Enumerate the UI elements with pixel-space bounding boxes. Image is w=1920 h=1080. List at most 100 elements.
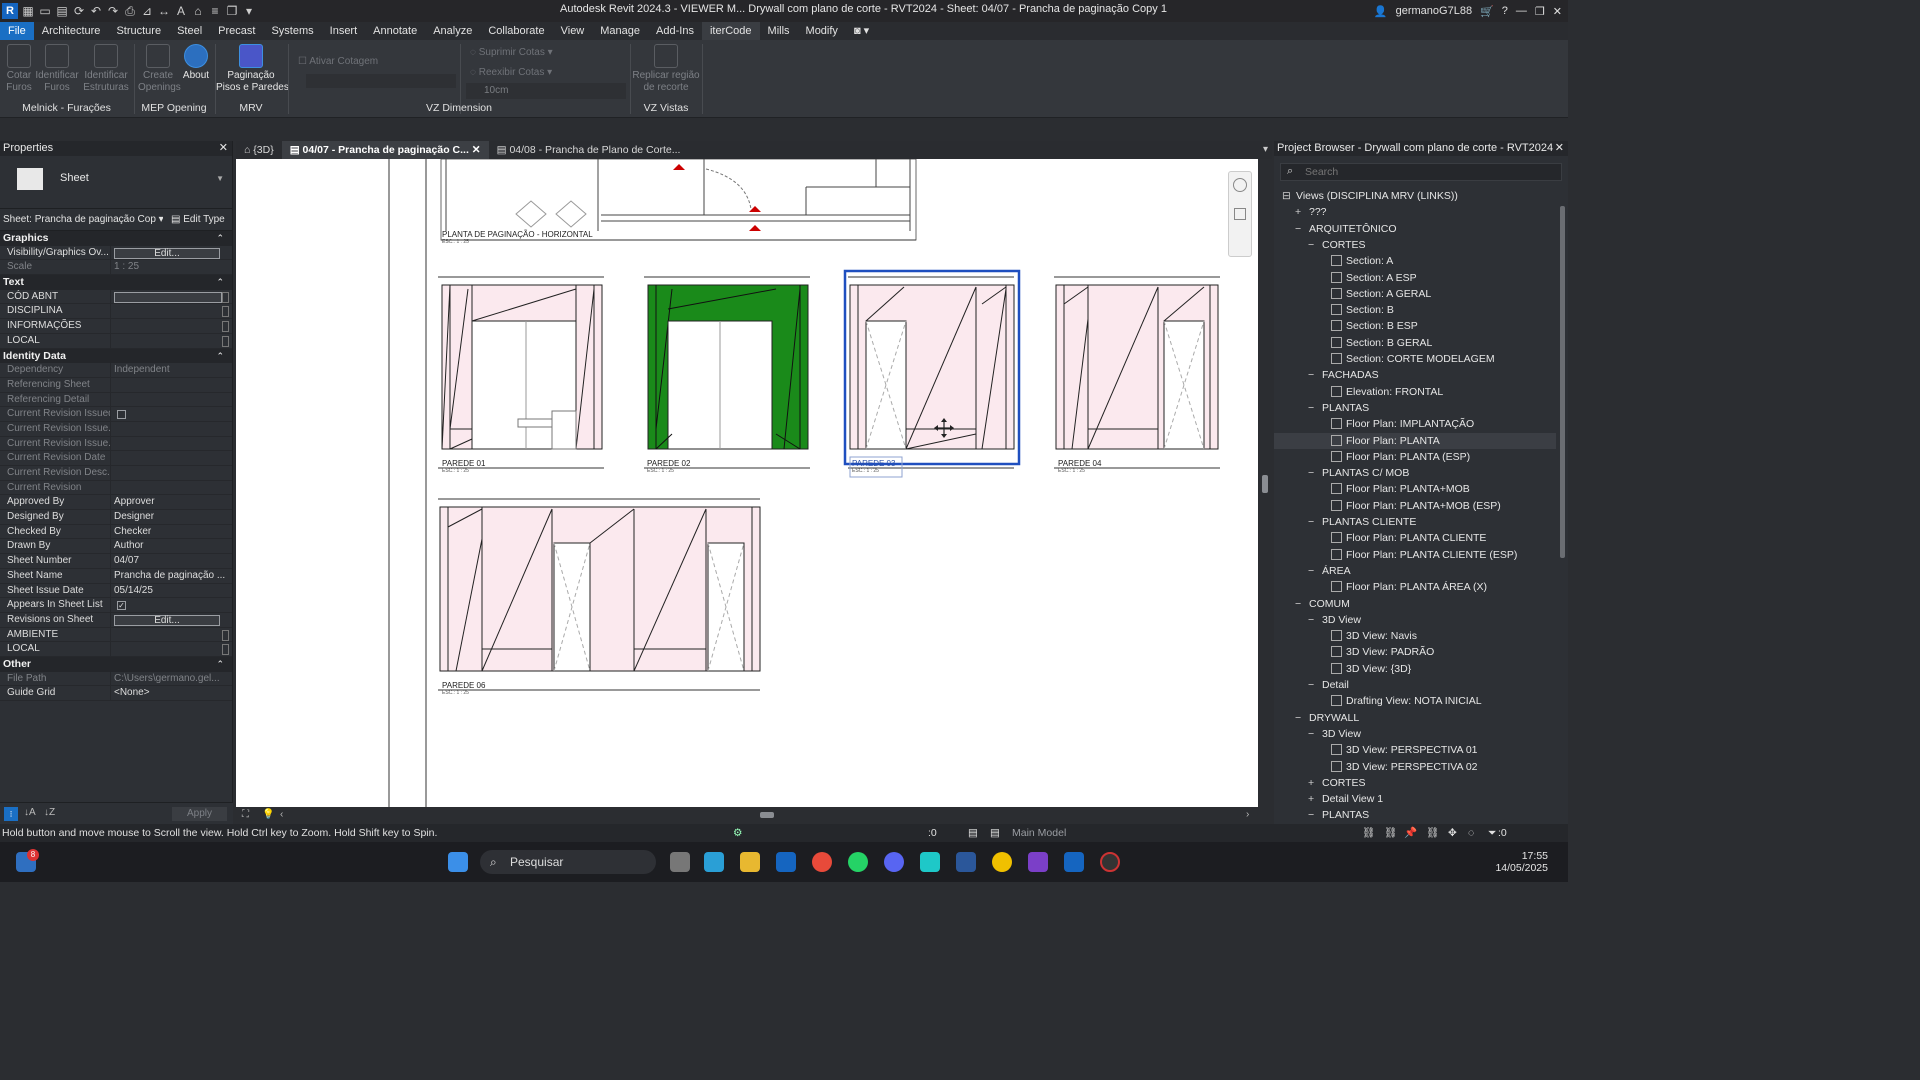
browser-view-item[interactable]: Floor Plan: PLANTA (ESP) [1274, 449, 1556, 465]
vis-edit-button[interactable]: Edit... [114, 247, 220, 259]
visual-studio-icon[interactable] [1028, 852, 1048, 872]
default-3d-icon[interactable]: ⌂ [191, 4, 205, 18]
local-field[interactable] [111, 334, 232, 348]
chrome-alt-icon[interactable] [992, 852, 1012, 872]
measure-icon[interactable]: ⊿ [140, 4, 154, 18]
word-icon[interactable] [956, 852, 976, 872]
whatsapp-icon[interactable] [848, 852, 868, 872]
browser-folder-item[interactable]: +??? [1274, 204, 1556, 220]
tab-sheet-0407[interactable]: ▤ 04/07 - Prancha de paginação C... ✕ [281, 141, 489, 159]
sheet-number-field[interactable]: 04/07 [111, 554, 232, 568]
group-graphics[interactable]: Graphics ⌃ [0, 231, 232, 246]
hscroll-thumb[interactable] [760, 812, 774, 818]
browser-view-item[interactable]: 3D View: PADRÃO [1274, 644, 1556, 660]
browser-scroll-thumb[interactable] [1560, 206, 1565, 558]
paginacao-button[interactable]: Paginação Pisos e Paredes [216, 44, 289, 94]
approved-by-field[interactable]: Approver [111, 495, 232, 509]
drawing-canvas[interactable]: PLANTA DE PAGINAÇÃO - HORIZONTAL ESC.: 1… [236, 159, 1258, 807]
browser-view-item[interactable]: Drafting View: NOTA INICIAL [1274, 693, 1556, 709]
ribbon-tab-insert[interactable]: Insert [322, 22, 366, 40]
taskbar-search[interactable]: Pesquisar [480, 850, 656, 874]
file-explorer-icon[interactable] [740, 852, 760, 872]
task-view-icon[interactable] [670, 852, 690, 872]
cart-icon[interactable]: 🛒 [1480, 5, 1494, 18]
revit-logo-icon[interactable]: R [2, 3, 18, 19]
revisions-edit-button[interactable]: Edit... [114, 614, 220, 626]
spacing-field[interactable]: 10cm [466, 83, 626, 99]
ribbon-tab-architecture[interactable]: Architecture [34, 22, 109, 40]
browser-folder-item[interactable]: − PLANTAS CLIENTE [1274, 514, 1556, 530]
browser-folder-item[interactable]: − Detail [1274, 677, 1556, 693]
home-icon[interactable]: ▦ [21, 4, 35, 18]
ribbon-tab-view[interactable]: View [553, 22, 593, 40]
sort-desc-icon[interactable]: ↓Z [44, 807, 55, 818]
expand-icon[interactable]: + [1308, 775, 1318, 791]
tabs-menu-icon[interactable]: ▾ [1263, 141, 1272, 159]
user-icon[interactable]: 👤 [1374, 5, 1388, 18]
browser-folder-item[interactable]: + CORTES [1274, 775, 1556, 791]
about-button[interactable]: About [180, 44, 212, 82]
guide-grid-field[interactable]: <None> [111, 686, 232, 700]
collapse-icon[interactable]: − [1308, 514, 1318, 530]
local-field-2[interactable] [111, 642, 232, 656]
ribbon-tab-systems[interactable]: Systems [263, 22, 321, 40]
collapse-icon[interactable]: − [1308, 400, 1318, 416]
bulb-icon[interactable]: 💡 [262, 809, 274, 820]
wall-label-03[interactable]: PAREDE 03 [852, 459, 895, 468]
browser-search-input[interactable] [1305, 165, 1545, 179]
browser-view-item[interactable]: 3D View: PERSPECTIVA 02 [1274, 759, 1556, 775]
scroll-right-icon[interactable]: › [1246, 809, 1249, 820]
browser-view-item[interactable]: Floor Plan: PLANTA CLIENTE (ESP) [1274, 547, 1556, 563]
browser-folder-item[interactable]: − PLANTAS [1274, 807, 1556, 818]
chrome-icon[interactable] [812, 852, 832, 872]
cotar-furos-button[interactable]: Cotar Furos [4, 44, 34, 94]
designed-by-field[interactable]: Designer [111, 510, 232, 524]
collapse-icon[interactable]: − [1295, 596, 1305, 612]
ribbon-context-icon[interactable]: ◙ ▾ [846, 22, 877, 40]
browser-folder-item[interactable]: − ÁREA [1274, 563, 1556, 579]
browser-view-item[interactable]: 3D View: Navis [1274, 628, 1556, 644]
checked-by-field[interactable]: Checker [111, 525, 232, 539]
navigation-bar[interactable] [1228, 171, 1252, 257]
collapse-icon[interactable]: − [1308, 612, 1318, 628]
close-icon[interactable]: ✕ [219, 141, 228, 156]
instance-filter[interactable]: Sheet: Prancha de paginação Cop ▾ [3, 214, 163, 225]
m365-icon[interactable] [704, 852, 724, 872]
collapse-icon[interactable]: ⊟ [1282, 188, 1292, 204]
browser-view-item[interactable]: Section: B [1274, 302, 1556, 318]
restore-button[interactable]: ❐ [1535, 5, 1545, 18]
browser-scrollbar[interactable] [1557, 188, 1568, 824]
browser-folder-item[interactable]: + Detail View 1 [1274, 791, 1556, 807]
browser-view-item[interactable]: Floor Plan: PLANTA+MOB (ESP) [1274, 498, 1556, 514]
browser-view-item[interactable]: Floor Plan: PLANTA CLIENTE [1274, 530, 1556, 546]
wall-label-04[interactable]: PAREDE 04 [1058, 459, 1101, 468]
tab-sheet-0408[interactable]: ▤ 04/08 - Prancha de Plano de Corte... [489, 141, 689, 159]
close-button[interactable]: ✕ [1553, 5, 1562, 18]
wall-label-02[interactable]: PAREDE 02 [647, 459, 690, 468]
text-icon[interactable]: A [174, 4, 188, 18]
wall-label-06[interactable]: PAREDE 06 [442, 681, 485, 690]
undo-icon[interactable]: ↶ [89, 4, 103, 18]
ribbon-tab-structure[interactable]: Structure [108, 22, 169, 40]
identificar-furos-button[interactable]: Identificar Furos [35, 44, 79, 94]
switch-windows-icon[interactable]: ❐ [225, 4, 239, 18]
sheet-issue-date-field[interactable]: 05/14/25 [111, 584, 232, 598]
browser-view-item[interactable]: 3D View: PERSPECTIVA 01 [1274, 742, 1556, 758]
disciplina-field[interactable] [111, 304, 232, 318]
ribbon-tab-add-ins[interactable]: Add-Ins [648, 22, 702, 40]
obs-icon[interactable] [1100, 852, 1120, 872]
vz-dim-field[interactable] [306, 74, 456, 88]
design-options-icon[interactable]: ▤ [990, 824, 1000, 842]
browser-folder-item[interactable]: −3D View [1274, 612, 1556, 628]
scroll-left-icon[interactable]: ‹ [280, 809, 283, 820]
drawn-by-field[interactable]: Author [111, 539, 232, 553]
browser-folder-item[interactable]: − ARQUITETÔNICO [1274, 221, 1556, 237]
browser-view-item[interactable]: Section: A ESP [1274, 270, 1556, 286]
select-links-icon[interactable]: ⛓ [1362, 824, 1375, 842]
appears-in-list-checkbox[interactable]: ✓ [117, 601, 126, 611]
expand-icon[interactable]: + [1308, 791, 1318, 807]
redo-icon[interactable]: ↷ [106, 4, 120, 18]
collapse-icon[interactable]: − [1308, 367, 1318, 383]
browser-view-item[interactable]: Section: B GERAL [1274, 335, 1556, 351]
ribbon-tab-modify[interactable]: Modify [798, 22, 846, 40]
